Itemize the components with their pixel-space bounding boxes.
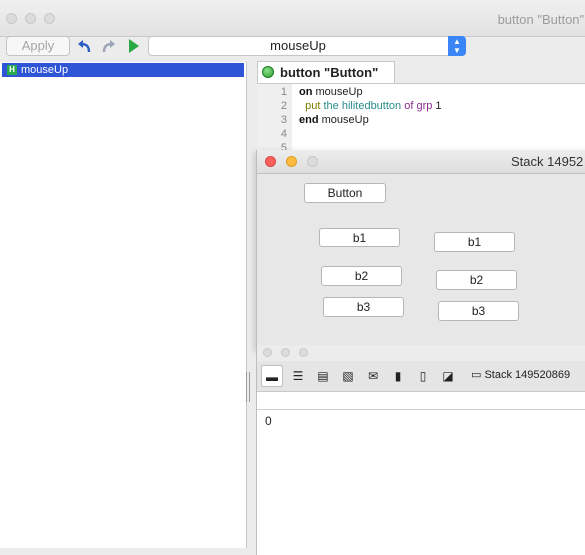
zoom-button[interactable] <box>307 156 318 167</box>
handler-select-value: mouseUp <box>270 38 326 53</box>
handler-type-icon: H <box>7 65 17 75</box>
stack-select-value: Stack 149520869 <box>484 369 571 381</box>
line-number: 4 <box>280 128 287 140</box>
minimize-button[interactable] <box>286 156 297 167</box>
property: hilitedbutton <box>341 100 402 112</box>
select-arrows-icon: ▲ ▼ <box>448 36 466 56</box>
message-box-window: ▬ ☰ ▤ ▧ ✉ ▮ ▯ ◪ ▭ Stack 149520869 0 <box>256 345 585 555</box>
radio-button-b3[interactable]: b3 <box>438 301 519 321</box>
window-title: button "Button" o <box>497 12 585 27</box>
code-editor[interactable]: 1 2 3 4 5 on mouseUp put the hilitedbutt… <box>257 83 585 154</box>
zoom-button[interactable] <box>299 348 308 357</box>
command: put <box>305 100 321 112</box>
message-input[interactable] <box>257 392 585 410</box>
keyword: end <box>299 114 319 126</box>
front-scripts-icon[interactable]: ▮ <box>387 365 409 387</box>
minimize-button[interactable] <box>25 13 36 24</box>
line-number: 1 <box>280 86 287 98</box>
compile-status-icon <box>262 66 274 78</box>
handler-item-label: mouseUp <box>21 64 69 76</box>
keyword: on <box>299 86 313 98</box>
radio-button-b1[interactable]: b1 <box>319 228 400 247</box>
global-props-icon[interactable]: ▤ <box>312 365 334 387</box>
radio-button-b3[interactable]: b3 <box>323 297 404 317</box>
close-button[interactable] <box>6 13 17 24</box>
code-text: of <box>401 100 417 112</box>
redo-arrow-icon[interactable] <box>100 38 116 54</box>
editor-titlebar: button "Button" o <box>0 0 585 37</box>
line-number: 2 <box>280 100 287 112</box>
stack-titlebar: Stack 14952 <box>257 150 585 174</box>
play-icon[interactable] <box>127 38 141 54</box>
code-line: on mouseUp <box>299 86 363 98</box>
minimize-button[interactable] <box>281 348 290 357</box>
stack-window-icon: ▭ <box>471 369 482 381</box>
apply-button[interactable]: Apply <box>6 36 70 56</box>
multi-line-icon[interactable]: ☰ <box>287 365 309 387</box>
handler-item-mouseup[interactable]: H mouseUp <box>2 63 244 77</box>
radio-button-b2[interactable]: b2 <box>436 270 517 290</box>
single-line-icon[interactable]: ▬ <box>261 365 283 387</box>
tab-button-script[interactable]: button "Button" <box>257 61 395 83</box>
back-scripts-icon[interactable]: ▯ <box>412 365 434 387</box>
button-main[interactable]: Button <box>304 183 386 203</box>
line-number-gutter: 1 2 3 4 5 <box>257 84 292 154</box>
code-text: mouseUp <box>318 114 369 126</box>
global-vars-icon[interactable]: ▧ <box>337 365 359 387</box>
pane-splitter[interactable] <box>246 372 252 402</box>
code-line: put the hilitedbutton of grp 1 <box>299 100 442 112</box>
number: 1 <box>432 100 442 112</box>
undo-arrow-icon[interactable] <box>77 38 93 54</box>
object-ref: grp <box>416 100 433 112</box>
handler-list: H mouseUp <box>0 62 247 548</box>
pending-messages-icon[interactable]: ✉ <box>362 365 384 387</box>
close-button[interactable] <box>265 156 276 167</box>
radio-button-b1[interactable]: b1 <box>434 232 515 252</box>
editor-toolbar: Apply mouseUp ▲ ▼ <box>0 36 585 62</box>
tab-label: button "Button" <box>280 65 379 80</box>
window-title: Stack 14952 <box>511 154 584 169</box>
zoom-button[interactable] <box>44 13 55 24</box>
message-box-titlebar <box>257 345 585 362</box>
radio-button-b2[interactable]: b2 <box>321 266 402 286</box>
message-box-toolbar: ▬ ☰ ▤ ▧ ✉ ▮ ▯ ◪ ▭ Stack 149520869 <box>257 361 585 392</box>
stack-window: Stack 14952 Button b1 b2 b3 b1 b2 b3 <box>256 150 585 350</box>
code-text: mouseUp <box>312 86 363 98</box>
code-line: end mouseUp <box>299 114 369 126</box>
stack-select[interactable]: ▭ Stack 149520869 <box>471 368 570 381</box>
code-text: the <box>320 100 342 112</box>
close-button[interactable] <box>263 348 272 357</box>
handler-select[interactable]: mouseUp ▲ ▼ <box>148 36 466 56</box>
line-number: 3 <box>280 114 287 126</box>
message-result: 0 <box>265 414 272 428</box>
library-icon[interactable]: ◪ <box>437 365 459 387</box>
